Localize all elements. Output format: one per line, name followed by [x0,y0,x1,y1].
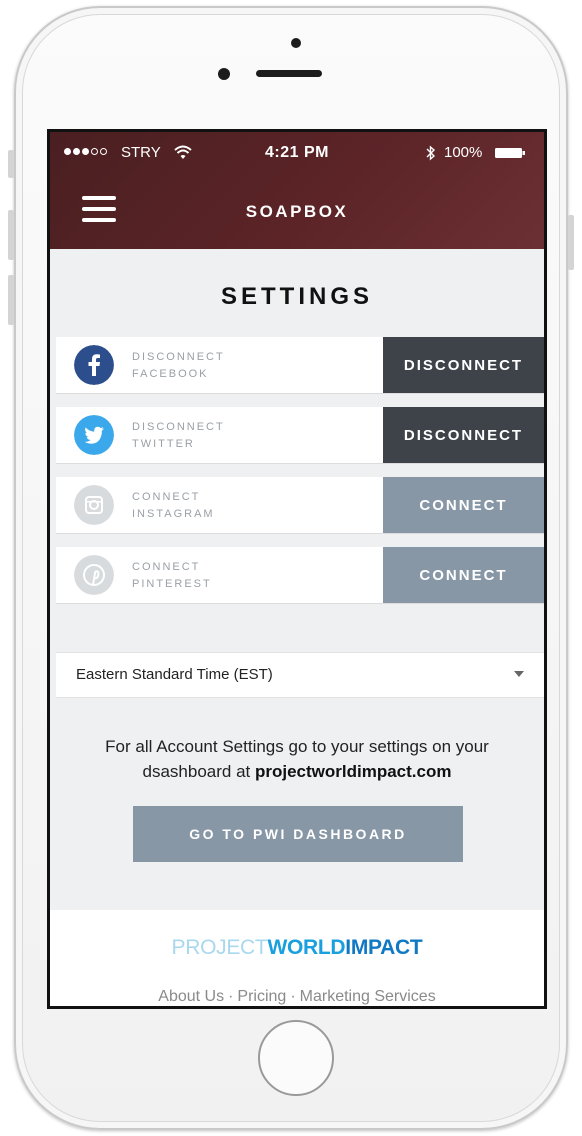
phone-volume-up [8,210,14,260]
social-label: CONNECT INSTAGRAM [132,491,215,520]
brand-logo: PROJECTWORLDIMPACT [171,936,423,959]
home-button[interactable] [258,1020,334,1096]
social-label: DISCONNECT TWITTER [132,421,225,450]
app-screen: STRY 4:21 PM 100% SOAPBOX SETTINGS DISCO… [47,129,547,1009]
social-row-instagram: CONNECT INSTAGRAM CONNECT [56,477,544,533]
timezone-value: Eastern Standard Time (EST) [76,666,273,683]
footer: PROJECTWORLDIMPACT About Us · Pricing · Mark… [50,910,544,1006]
phone-volume-down [8,275,14,325]
social-label: DISCONNECT FACEBOOK [132,351,225,380]
phone-mute-switch [8,150,14,178]
account-settings-note: For all Account Settings go to your sett… [105,737,489,781]
disconnect-facebook-button[interactable]: DISCONNECT [383,337,544,393]
footer-link-pricing[interactable]: Pricing [237,988,286,1005]
social-row-pinterest: CONNECT PINTEREST CONNECT [56,547,544,603]
app-header: STRY 4:21 PM 100% SOAPBOX [50,132,544,249]
phone-power-button [568,215,574,270]
bluetooth-icon [426,145,436,161]
go-to-dashboard-button[interactable]: GO TO PWI DASHBOARD [133,806,463,862]
facebook-icon [74,345,114,385]
footer-links: About Us · Pricing · Marketing Services [158,988,436,1005]
timezone-select[interactable]: Eastern Standard Time (EST) [56,652,544,698]
status-bar: STRY 4:21 PM 100% [50,144,544,166]
connect-instagram-button[interactable]: CONNECT [383,477,544,533]
footer-link-about[interactable]: About Us [158,988,224,1005]
connect-pinterest-button[interactable]: CONNECT [383,547,544,603]
instagram-icon [74,485,114,525]
app-title: SOAPBOX [245,202,349,221]
footer-link-marketing[interactable]: Marketing Services [300,988,436,1005]
twitter-icon [74,415,114,455]
chevron-down-icon [514,671,524,677]
social-label: CONNECT PINTEREST [132,561,212,590]
page-title: SETTINGS [220,283,373,310]
social-row-facebook: DISCONNECT FACEBOOK DISCONNECT [56,337,544,393]
camera-icon [291,38,301,48]
battery-icon [495,148,525,158]
speaker-grille [256,70,322,77]
battery-percent: 100% [444,144,483,161]
disconnect-twitter-button[interactable]: DISCONNECT [383,407,544,463]
social-row-twitter: DISCONNECT TWITTER DISCONNECT [56,407,544,463]
front-camera-icon [218,68,230,80]
pwi-link[interactable]: projectworldimpact.com [255,762,451,781]
pinterest-icon [74,555,114,595]
